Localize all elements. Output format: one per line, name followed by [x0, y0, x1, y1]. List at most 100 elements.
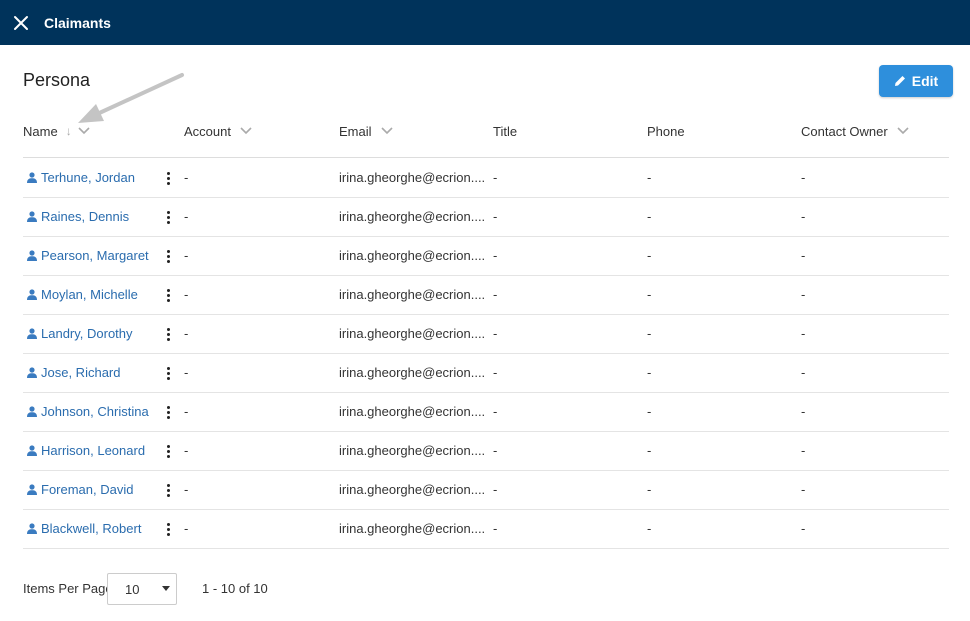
account-cell: -: [184, 248, 189, 263]
contact-owner-cell: -: [801, 482, 806, 497]
account-cell: -: [184, 287, 189, 302]
table-row: Johnson, Christina - irina.gheorghe@ecrion…: [23, 392, 949, 432]
items-per-page-label: Items Per Page: [23, 581, 113, 596]
phone-cell: -: [647, 326, 652, 341]
title-cell: -: [493, 248, 498, 263]
row-menu-icon[interactable]: [163, 365, 173, 383]
person-icon: [27, 445, 37, 456]
pagination-range: 1 - 10 of 10: [202, 581, 268, 596]
row-menu-icon[interactable]: [163, 443, 173, 461]
chevron-down-icon[interactable]: [380, 127, 393, 135]
email-cell: irina.gheorghe@ecrion....: [339, 365, 486, 380]
row-menu-icon[interactable]: [163, 209, 173, 227]
account-cell: -: [184, 404, 189, 419]
claimant-name-link[interactable]: Landry, Dorothy: [27, 314, 133, 353]
edit-button[interactable]: Edit: [879, 65, 953, 97]
contact-owner-cell: -: [801, 443, 806, 458]
claimant-name-link[interactable]: Raines, Dennis: [27, 197, 129, 236]
column-header-contact-owner[interactable]: Contact Owner: [801, 122, 909, 140]
account-cell: -: [184, 521, 189, 536]
contact-owner-cell: -: [801, 521, 806, 536]
email-cell: irina.gheorghe@ecrion....: [339, 287, 486, 302]
items-per-page-select[interactable]: 10: [107, 573, 177, 605]
account-cell: -: [184, 209, 189, 224]
claimant-name-link[interactable]: Johnson, Christina: [27, 392, 149, 431]
person-icon: [27, 523, 37, 534]
contact-owner-cell: -: [801, 287, 806, 302]
table-row: Harrison, Leonard - irina.gheorghe@ecrion.…: [23, 431, 949, 471]
account-cell: -: [184, 482, 189, 497]
claimant-name-link[interactable]: Jose, Richard: [27, 353, 120, 392]
title-cell: -: [493, 287, 498, 302]
title-cell: -: [493, 326, 498, 341]
column-header-title: Title: [493, 123, 518, 139]
row-menu-icon[interactable]: [163, 521, 173, 539]
title-cell: -: [493, 521, 498, 536]
contact-owner-cell: -: [801, 326, 806, 341]
claimant-name-link[interactable]: Foreman, David: [27, 470, 133, 509]
pencil-icon: [894, 76, 905, 86]
chevron-down-icon[interactable]: [897, 127, 909, 135]
table-row: Terhune, Jordan - irina.gheorghe@ecrion...…: [23, 158, 949, 198]
contact-owner-cell: -: [801, 365, 806, 380]
phone-cell: -: [647, 209, 652, 224]
title-cell: -: [493, 404, 498, 419]
row-menu-icon[interactable]: [163, 482, 173, 500]
close-icon: [14, 15, 28, 30]
caret-down-icon: [162, 586, 170, 591]
items-per-page-value: 10: [125, 581, 140, 597]
table-row: Blackwell, Robert - irina.gheorghe@ecrion.…: [23, 509, 949, 549]
person-icon: [27, 328, 37, 339]
person-icon: [27, 250, 37, 261]
row-menu-icon[interactable]: [163, 404, 173, 422]
sort-down-icon[interactable]: ↓: [66, 124, 72, 138]
column-header-name[interactable]: Name ↓: [23, 122, 90, 140]
phone-cell: -: [647, 287, 652, 302]
phone-cell: -: [647, 521, 652, 536]
phone-cell: -: [647, 404, 652, 419]
account-cell: -: [184, 443, 189, 458]
email-cell: irina.gheorghe@ecrion....: [339, 404, 486, 419]
contact-owner-cell: -: [801, 170, 806, 185]
person-icon: [27, 172, 37, 183]
person-icon: [27, 484, 37, 495]
chevron-down-icon[interactable]: [240, 127, 252, 135]
person-icon: [27, 289, 37, 300]
close-button[interactable]: [11, 13, 31, 33]
claimant-name-link[interactable]: Terhune, Jordan: [27, 158, 135, 197]
row-menu-icon[interactable]: [163, 326, 173, 344]
phone-cell: -: [647, 482, 652, 497]
edit-button-label: Edit: [911, 73, 939, 89]
chevron-down-icon[interactable]: [78, 127, 90, 135]
person-icon: [27, 367, 37, 378]
title-cell: -: [493, 443, 498, 458]
top-bar: Claimants: [0, 0, 970, 45]
title-cell: -: [493, 365, 498, 380]
title-cell: -: [493, 170, 498, 185]
email-cell: irina.gheorghe@ecrion....: [339, 326, 486, 341]
phone-cell: -: [647, 170, 652, 185]
person-icon: [27, 211, 37, 222]
phone-cell: -: [647, 365, 652, 380]
claimant-name-link[interactable]: Blackwell, Robert: [27, 509, 141, 548]
person-icon: [27, 406, 37, 417]
contact-owner-cell: -: [801, 248, 806, 263]
phone-cell: -: [647, 248, 652, 263]
account-cell: -: [184, 326, 189, 341]
claimant-name-link[interactable]: Harrison, Leonard: [27, 431, 145, 470]
title-cell: -: [493, 209, 498, 224]
table-row: Raines, Dennis - irina.gheorghe@ecrion....…: [23, 197, 949, 237]
table-row: Pearson, Margaret - irina.gheorghe@ecrion.…: [23, 236, 949, 276]
account-cell: -: [184, 365, 189, 380]
column-header-email[interactable]: Email: [339, 122, 393, 140]
email-cell: irina.gheorghe@ecrion....: [339, 248, 486, 263]
claimant-name-link[interactable]: Moylan, Michelle: [27, 275, 138, 314]
row-menu-icon[interactable]: [163, 287, 173, 305]
column-header-account[interactable]: Account: [184, 122, 252, 140]
email-cell: irina.gheorghe@ecrion....: [339, 170, 486, 185]
title-cell: -: [493, 482, 498, 497]
contact-owner-cell: -: [801, 209, 806, 224]
row-menu-icon[interactable]: [163, 170, 173, 188]
row-menu-icon[interactable]: [163, 248, 173, 266]
claimant-name-link[interactable]: Pearson, Margaret: [27, 236, 149, 275]
